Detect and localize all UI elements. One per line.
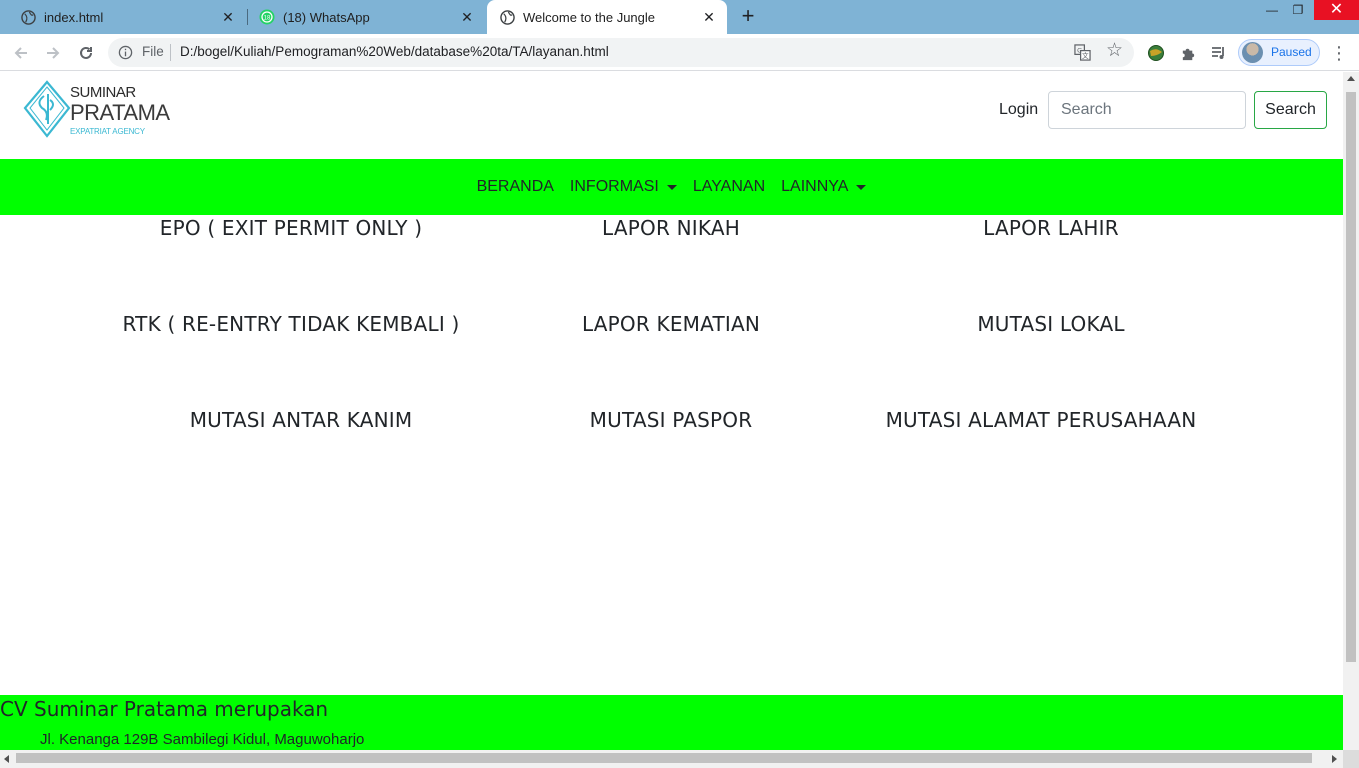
footer-title: CV Suminar Pratama merupakan <box>0 697 329 721</box>
browser-tab[interactable]: index.html ✕ <box>0 0 246 34</box>
more-menu-icon[interactable]: ⋮ <box>1330 43 1348 63</box>
logo-diamond-icon <box>23 80 71 138</box>
info-icon[interactable] <box>118 45 133 60</box>
globe-icon <box>20 9 36 25</box>
profile-button[interactable]: Paused <box>1238 39 1320 66</box>
restore-button[interactable]: ❐ <box>1283 0 1313 20</box>
service-mutasi-paspor: MUTASI PASPOR <box>589 408 753 432</box>
tab-title: Welcome to the Jungle <box>523 9 655 25</box>
service-epo: EPO ( EXIT PERMIT ONLY ) <box>159 216 423 240</box>
translate-icon[interactable]: G文 <box>1074 44 1091 61</box>
service-rtk: RTK ( RE-ENTRY TIDAK KEMBALI ) <box>122 312 460 336</box>
site-header: SUMINAR PRATAMA EXPATRIAT AGENCY Login S… <box>0 72 1343 158</box>
browser-toolbar: File D:/bogel/Kuliah/Pemograman%20Web/da… <box>0 34 1359 71</box>
nav-layanan[interactable]: LAYANAN <box>685 178 773 196</box>
site-footer: CV Suminar Pratama merupakan Jl. Kenanga… <box>0 695 1343 750</box>
caret-down-icon <box>666 184 677 190</box>
service-mutasi-antar-kanim: MUTASI ANTAR KANIM <box>189 408 413 432</box>
service-mutasi-lokal: MUTASI LOKAL <box>977 312 1125 336</box>
browser-tab[interactable]: 18 (18) WhatsApp ✕ <box>239 0 485 34</box>
url-text[interactable]: D:/bogel/Kuliah/Pemograman%20Web/databas… <box>180 44 609 59</box>
svg-text:18: 18 <box>264 16 271 22</box>
address-bar[interactable]: File D:/bogel/Kuliah/Pemograman%20Web/da… <box>108 38 1134 67</box>
reload-button[interactable] <box>75 42 97 64</box>
service-lapor-nikah: LAPOR NIKAH <box>602 216 740 240</box>
close-tab-icon[interactable]: ✕ <box>459 9 475 25</box>
tab-title: (18) WhatsApp <box>283 9 370 25</box>
nav-informasi-dropdown[interactable]: INFORMASI <box>562 178 685 196</box>
avatar <box>1242 42 1263 63</box>
tab-title: index.html <box>44 9 104 25</box>
scroll-up-arrow-icon[interactable] <box>1347 76 1355 81</box>
forward-button[interactable] <box>42 42 64 64</box>
site-logo[interactable]: SUMINAR PRATAMA EXPATRIAT AGENCY <box>22 80 170 140</box>
media-queue-icon[interactable] <box>1209 43 1229 63</box>
extension-globe-icon[interactable] <box>1146 43 1166 63</box>
nav-lainnya-dropdown[interactable]: LAINNYA <box>773 178 874 196</box>
nav-label: LAYANAN <box>692 178 766 195</box>
browser-tab-active[interactable]: Welcome to the Jungle ✕ <box>487 0 727 34</box>
bookmark-star-icon[interactable]: ☆ <box>1106 41 1123 61</box>
reload-icon <box>80 46 92 59</box>
search-input[interactable] <box>1048 91 1246 129</box>
nav-label: INFORMASI <box>569 178 659 195</box>
logo-line2: PRATAMA <box>70 100 170 125</box>
service-lapor-lahir: LAPOR LAHIR <box>983 216 1119 240</box>
scrollbar-thumb[interactable] <box>16 753 1312 763</box>
horizontal-scrollbar[interactable] <box>0 750 1343 768</box>
back-button[interactable] <box>10 42 32 64</box>
omnibox-divider <box>170 44 171 61</box>
footer-address: Jl. Kenanga 129B Sambilegi Kidul, Maguwo… <box>40 731 365 748</box>
window-close-button[interactable]: ✕ <box>1314 0 1359 20</box>
browser-tab-strip: index.html ✕ 18 (18) WhatsApp ✕ Welcome … <box>0 0 1359 34</box>
scroll-right-arrow-icon[interactable] <box>1332 755 1337 763</box>
puzzle-extensions-icon[interactable] <box>1178 43 1198 63</box>
arrow-right-icon <box>47 47 60 59</box>
new-tab-button[interactable]: + <box>737 5 759 28</box>
main-navbar: BERANDA INFORMASI LAYANAN LAINNYA <box>0 159 1343 215</box>
service-mutasi-alamat-perusahaan: MUTASI ALAMAT PERUSAHAAN <box>885 408 1197 432</box>
scroll-left-arrow-icon[interactable] <box>4 755 9 763</box>
logo-line1: SUMINAR <box>70 84 136 101</box>
close-tab-icon[interactable]: ✕ <box>220 9 236 25</box>
scrollbar-thumb[interactable] <box>1346 92 1356 662</box>
svg-text:文: 文 <box>1082 51 1089 60</box>
service-lapor-kematian: LAPOR KEMATIAN <box>581 312 761 336</box>
scheme-label: File <box>142 44 164 59</box>
nav-label: LAINNYA <box>781 178 849 195</box>
vertical-scrollbar[interactable] <box>1343 72 1359 750</box>
globe-icon <box>499 9 515 25</box>
page-viewport: SUMINAR PRATAMA EXPATRIAT AGENCY Login S… <box>0 72 1343 750</box>
nav-beranda[interactable]: BERANDA <box>469 178 562 196</box>
profile-status: Paused <box>1271 45 1312 59</box>
search-button[interactable]: Search <box>1254 91 1327 129</box>
caret-down-icon <box>856 184 867 190</box>
login-link[interactable]: Login <box>999 101 1038 119</box>
whatsapp-icon: 18 <box>259 9 275 25</box>
scrollbar-corner <box>1343 750 1359 768</box>
arrow-left-icon <box>14 47 27 59</box>
close-tab-icon[interactable]: ✕ <box>701 9 717 25</box>
logo-line3: EXPATRIAT AGENCY <box>70 127 145 136</box>
nav-label: BERANDA <box>476 178 554 195</box>
